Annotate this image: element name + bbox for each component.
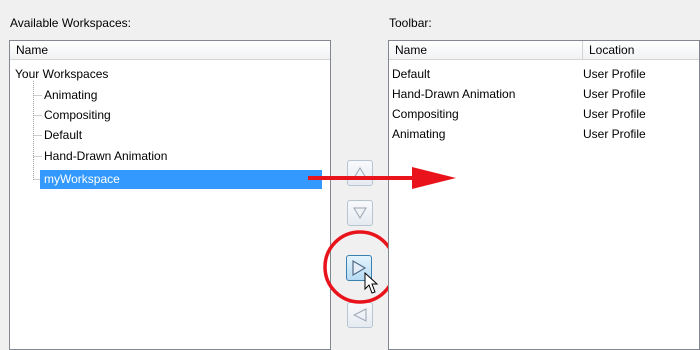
toolbar-name-column-header[interactable]: Name <box>389 41 583 60</box>
toolbar-row-location: User Profile <box>583 87 646 101</box>
workspace-item-selected[interactable]: myWorkspace <box>40 170 322 189</box>
workspace-item-label: Hand-Drawn Animation <box>44 149 168 163</box>
workspace-item[interactable]: Compositing <box>10 106 111 125</box>
table-row[interactable]: Default User Profile <box>389 65 699 84</box>
toolbar-row-location: User Profile <box>583 107 646 121</box>
tree-root-label: Your Workspaces <box>15 67 109 81</box>
triangle-down-icon <box>353 207 367 219</box>
toolbar-location-column-header[interactable]: Location <box>583 41 699 60</box>
tree-root-your-workspaces[interactable]: Your Workspaces <box>10 65 108 84</box>
toolbar-row-name: Hand-Drawn Animation <box>392 87 516 101</box>
workspace-item-label: Compositing <box>44 108 111 122</box>
available-workspaces-label: Available Workspaces: <box>10 16 131 30</box>
toolbar-row-name: Animating <box>392 127 446 141</box>
toolbar-row-location: User Profile <box>583 67 646 81</box>
workspace-item[interactable]: Hand-Drawn Animation <box>10 147 167 166</box>
toolbar-row-location: User Profile <box>583 127 646 141</box>
triangle-left-icon <box>353 308 367 322</box>
available-workspaces-list[interactable]: Name Your Workspaces Animating Compositi… <box>9 40 331 350</box>
available-name-column-header[interactable]: Name <box>10 41 330 60</box>
table-row[interactable]: Hand-Drawn Animation User Profile <box>389 85 699 104</box>
toolbar-row-name: Compositing <box>392 107 459 121</box>
move-down-button[interactable] <box>347 200 373 226</box>
workspace-item-label: myWorkspace <box>44 172 120 186</box>
table-row[interactable]: Compositing User Profile <box>389 105 699 124</box>
red-arrow-icon <box>308 167 456 189</box>
toolbar-label: Toolbar: <box>389 16 432 30</box>
toolbar-row-name: Default <box>392 67 431 81</box>
workspace-item[interactable]: Default <box>10 126 82 145</box>
workspace-item[interactable]: Animating <box>10 86 97 105</box>
workspace-item-label: Default <box>44 128 83 142</box>
workspace-item-label: Animating <box>44 88 98 102</box>
table-row[interactable]: Animating User Profile <box>389 125 699 144</box>
